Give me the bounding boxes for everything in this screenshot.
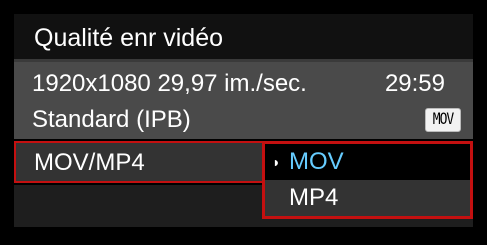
option-mov[interactable]: ◗ MOV xyxy=(265,144,470,180)
compression-text: Standard (IPB) xyxy=(32,106,191,133)
page-title: Qualité enr vidéo xyxy=(34,24,224,52)
camera-menu-screen: Qualité enr vidéo 1920x1080 29,97 im./se… xyxy=(0,0,487,245)
option-mp4-label: MP4 xyxy=(289,184,339,211)
info-panel: 1920x1080 29,97 im./sec. 29:59 Standard … xyxy=(14,62,473,139)
title-bar: Qualité enr vidéo xyxy=(14,14,473,62)
menu-item-mov-mp4[interactable]: MOV/MP4 xyxy=(14,141,274,183)
selection-caret-icon: ◗ xyxy=(272,154,281,170)
mov-format-badge-label: MOV xyxy=(432,110,455,129)
option-mp4[interactable]: MP4 xyxy=(265,180,470,216)
time-remaining-text: 29:59 xyxy=(384,70,445,97)
format-options-dropdown: ◗ MOV MP4 xyxy=(262,141,473,219)
option-mov-label: MOV xyxy=(289,148,344,175)
mov-format-icon: MOV xyxy=(425,108,461,132)
resolution-framerate-text: 1920x1080 29,97 im./sec. xyxy=(32,70,307,97)
menu-item-label: MOV/MP4 xyxy=(34,149,145,176)
